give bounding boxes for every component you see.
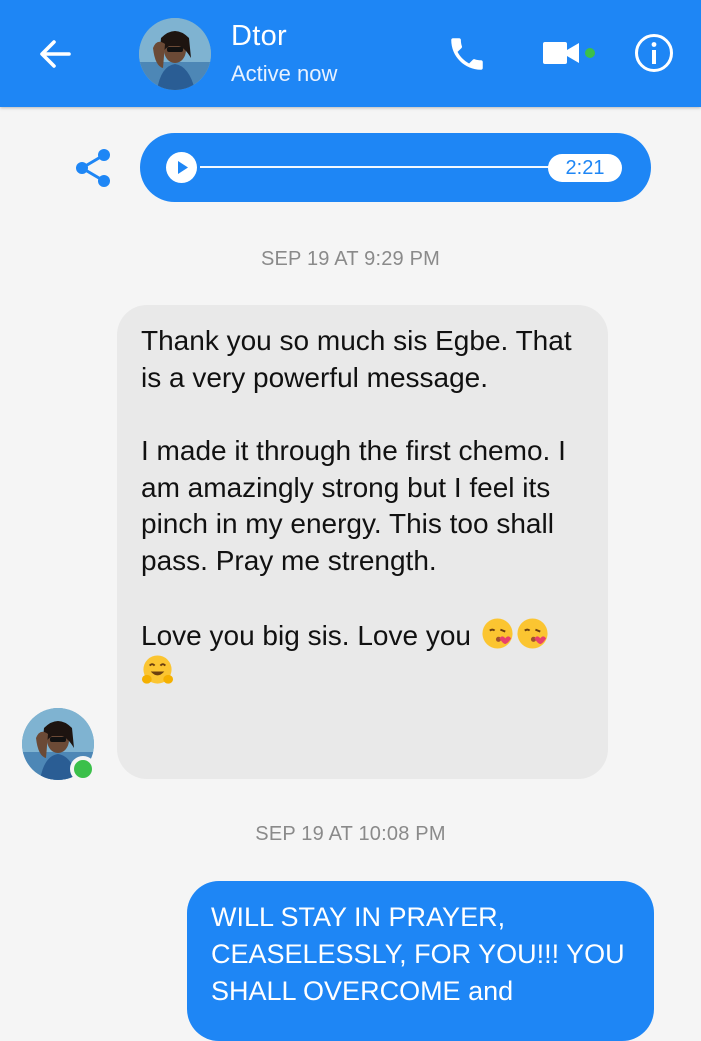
received-message-bubble[interactable]: Thank you so much sis Egbe. That is a ve… [117,305,608,779]
sent-message-bubble[interactable]: WILL STAY IN PRAYER, CEASELESSLY, FOR YO… [187,881,654,1041]
kissing-face-emoji [482,618,513,649]
audio-duration: 2:21 [548,154,622,182]
message-timestamp: SEP 19 AT 10:08 PM [255,823,446,845]
avatar-photo [139,18,211,90]
message-text: WILL STAY IN PRAYER, CEASELESSLY, FOR YO… [211,902,625,1006]
online-indicator [70,756,96,782]
arrow-left-icon [40,40,71,68]
message-paragraph: Love you big sis. Love you [141,617,590,692]
voice-call-button[interactable] [446,33,488,75]
kissing-face-emoji [517,618,548,649]
message-timestamp: SEP 19 AT 9:29 PM [260,248,441,270]
share-button[interactable] [74,147,114,189]
play-icon [178,161,188,174]
contact-name[interactable]: Dtor [231,20,287,53]
video-call-button[interactable] [541,36,599,72]
play-button[interactable] [166,152,197,183]
grinning-hug-emoji [141,655,174,684]
conversation-header: Dtor Active now [0,0,701,107]
phone-icon [451,38,483,70]
contact-avatar[interactable] [139,18,211,90]
audio-progress-track[interactable] [200,166,560,168]
message-text: Love you big sis. Love you [141,619,471,651]
back-button[interactable] [36,34,76,74]
audio-message: 2:21 [140,133,651,202]
message-paragraph: I made it through the first chemo. I am … [141,435,574,576]
info-button[interactable] [633,32,675,74]
video-camera-icon [543,42,595,64]
info-icon [635,34,673,72]
active-status: Active now [231,61,338,86]
share-icon [76,149,110,187]
message-paragraph: Thank you so much sis Egbe. That is a ve… [141,325,580,393]
